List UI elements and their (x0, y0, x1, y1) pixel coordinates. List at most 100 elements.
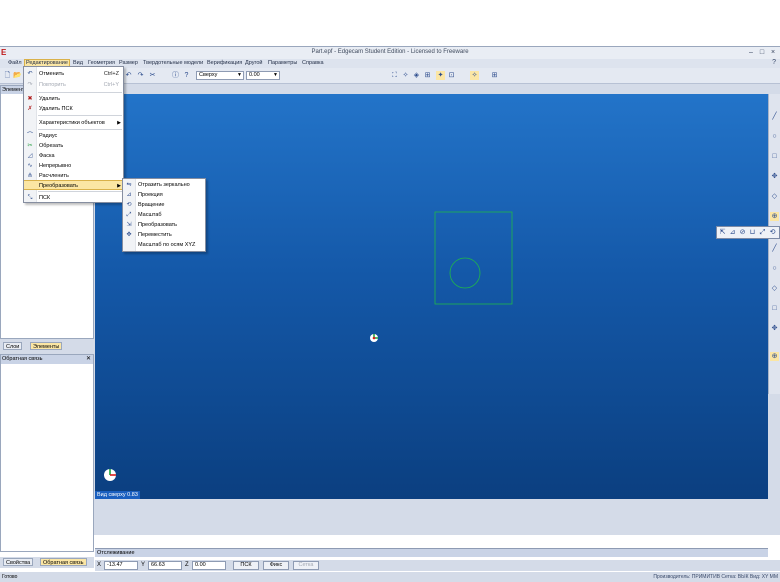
menu-item-label: Удалить ПСК (39, 106, 73, 112)
x-coordinate-field[interactable]: -13.47 (104, 561, 138, 570)
submenu-item-move[interactable]: ✥ Переместить (123, 230, 205, 240)
menu-item-redo[interactable]: ↷ Повторить Ctrl+Y (24, 80, 123, 90)
status-info: Производитель: ПРИМИТИВ Сетка: ВЫК Вид: … (653, 574, 778, 580)
tab-feedback[interactable]: Обратная связь (40, 558, 87, 566)
menu-item-label: Непрерывно (39, 163, 72, 169)
mirror-tool-icon[interactable]: ⇱ (718, 228, 727, 237)
menu-item-chamfer[interactable]: ◿ Фаска (24, 151, 123, 161)
tab-layers[interactable]: Слои (3, 342, 23, 350)
transform-tool-icon[interactable]: ⊕ (770, 212, 779, 221)
snap-icon-5[interactable]: ✦ (436, 71, 445, 80)
menu-separator (38, 115, 122, 116)
undo-icon: ↶ (27, 71, 33, 77)
graphics-viewport[interactable]: Вид сверху 0.83 (95, 94, 768, 499)
menu-help[interactable]: Справка (302, 60, 324, 66)
menu-item-label: Характеристики объектов (39, 120, 105, 126)
explode-icon: ⋔ (27, 173, 33, 179)
z-level-select[interactable]: 0.00 ▼ (246, 71, 280, 80)
chevron-down-icon: ▼ (237, 72, 242, 78)
spline-icon[interactable]: ◇ (770, 284, 779, 293)
hatch-icon[interactable]: □ (770, 304, 779, 313)
z-coordinate-field[interactable]: 0.00 (192, 561, 226, 570)
transform-tool-icon[interactable]: ⊔ (748, 228, 757, 237)
move-point-icon[interactable]: ✥ (770, 172, 779, 181)
menu-file[interactable]: Файл (8, 60, 22, 66)
menu-item-label: Фаска (39, 153, 55, 159)
snap-icon-4[interactable]: ⊞ (423, 71, 432, 80)
undo-icon[interactable]: ↶ (124, 71, 133, 80)
scale-tool-icon[interactable]: ⊘ (738, 228, 747, 237)
new-file-icon[interactable]: 🗋 (3, 71, 12, 80)
snap-icon-2[interactable]: ✧ (401, 71, 410, 80)
menu-verify[interactable]: Верификация (207, 60, 242, 66)
snap-icon-6[interactable]: ⊡ (447, 71, 456, 80)
submenu-item-rotate[interactable]: ⟲ Вращение (123, 200, 205, 210)
info-icon[interactable]: ⓘ (171, 71, 180, 80)
submenu-item-scale-xyz[interactable]: Масштаб по осям XYZ (123, 240, 205, 250)
transform-toolbar: ⇱ ⊿ ⊘ ⊔ ⤢ ⟲ (716, 226, 780, 239)
view-select-value: Сверху (199, 72, 218, 78)
menu-item-ucs[interactable]: ⤡ ПСК (24, 193, 123, 203)
menu-item-continuous[interactable]: ∿ Непрерывно (24, 161, 123, 171)
menu-item-undo[interactable]: ↶ Отменить Ctrl+Z (24, 69, 123, 79)
tab-properties[interactable]: Свойства (3, 558, 34, 566)
ucs-button[interactable]: ПСК (233, 561, 259, 570)
edit-menu-dropdown: ↶ Отменить Ctrl+Z ↷ Повторить Ctrl+Y ✖ У… (23, 66, 124, 203)
y-coordinate-field[interactable]: 66.63 (148, 561, 182, 570)
screen: Е Part.epf - Edgecam Student Edition - L… (0, 0, 780, 582)
close-button[interactable]: × (768, 48, 778, 57)
scale-icon: ⤢ (126, 212, 132, 218)
minimize-button[interactable]: – (746, 48, 756, 57)
view-select[interactable]: Сверху ▼ (196, 71, 244, 80)
projection-icon: ⊿ (126, 192, 132, 198)
open-file-icon[interactable]: 📂 (13, 71, 22, 80)
menu-separator (38, 92, 122, 93)
snap-icon-7[interactable]: ✧ (470, 71, 479, 80)
submenu-item-projection[interactable]: ⊿ Проекция (123, 190, 205, 200)
menu-item-transform[interactable]: Преобразовать ▶ (24, 180, 123, 190)
menu-item-trim[interactable]: ✂ Обрезать (24, 141, 123, 151)
submenu-item-scale[interactable]: ⤢ Масштаб (123, 210, 205, 220)
text-icon[interactable]: ✥ (770, 324, 779, 333)
menu-other[interactable]: Другой (245, 60, 263, 66)
menu-solids[interactable]: Твердотельные модели (143, 60, 203, 66)
tab-elements[interactable]: Элементы (30, 342, 63, 350)
dimension-icon[interactable]: ╱ (770, 244, 779, 253)
delete-ucs-icon: ✗ (27, 106, 33, 112)
submenu-item-mirror[interactable]: ⇋ Отразить зеркально (123, 180, 205, 190)
grid-button[interactable]: Сетка (293, 561, 319, 570)
submenu-item-transform[interactable]: ⇲ Преобразовать (123, 220, 205, 230)
rotate-tool-icon[interactable]: ⟲ (768, 228, 777, 237)
window-title: Part.epf - Edgecam Student Edition - Lic… (311, 49, 469, 55)
menu-options[interactable]: Параметры (268, 60, 297, 66)
snap-icon-3[interactable]: ◈ (412, 71, 421, 80)
part-rectangle (434, 211, 513, 305)
menu-item-radius[interactable]: ⌒ Радиус (24, 131, 123, 141)
feedback-panel-title: Обратная связь (2, 356, 43, 362)
snap-icon-8[interactable]: ⊞ (490, 71, 499, 80)
help-pointer-icon[interactable]: ? (182, 71, 191, 80)
move-tool-icon[interactable]: ⤢ (758, 228, 767, 237)
menu-item-label: Отменить (39, 71, 65, 77)
cut-icon[interactable]: ✂ (148, 71, 157, 80)
circle-icon[interactable]: ○ (770, 132, 779, 141)
solid-icon[interactable]: ⊕ (770, 352, 779, 361)
shape-icon[interactable]: ◇ (770, 192, 779, 201)
menu-item-delete-ucs[interactable]: ✗ Удалить ПСК (24, 104, 123, 114)
projection-tool-icon[interactable]: ⊿ (728, 228, 737, 237)
help-icon[interactable]: ? (772, 59, 776, 66)
y-label: Y (141, 562, 146, 568)
menu-item-object-properties[interactable]: Характеристики объектов ▶ (24, 118, 123, 128)
submenu-item-label: Переместить (138, 232, 172, 238)
status-text: Готово (2, 574, 18, 580)
snap-icon-1[interactable]: ⛶ (390, 71, 399, 80)
line-icon[interactable]: ╱ (770, 112, 779, 121)
maximize-button[interactable]: □ (757, 48, 767, 57)
arc-icon[interactable]: ○ (770, 264, 779, 273)
ucs-icon: ⤡ (27, 195, 33, 201)
close-icon[interactable]: ✕ (86, 355, 91, 364)
fix-button[interactable]: Фикс (263, 561, 289, 570)
menu-item-delete[interactable]: ✖ Удалить (24, 94, 123, 104)
redo-icon[interactable]: ↷ (136, 71, 145, 80)
rectangle-icon[interactable]: □ (770, 152, 779, 161)
